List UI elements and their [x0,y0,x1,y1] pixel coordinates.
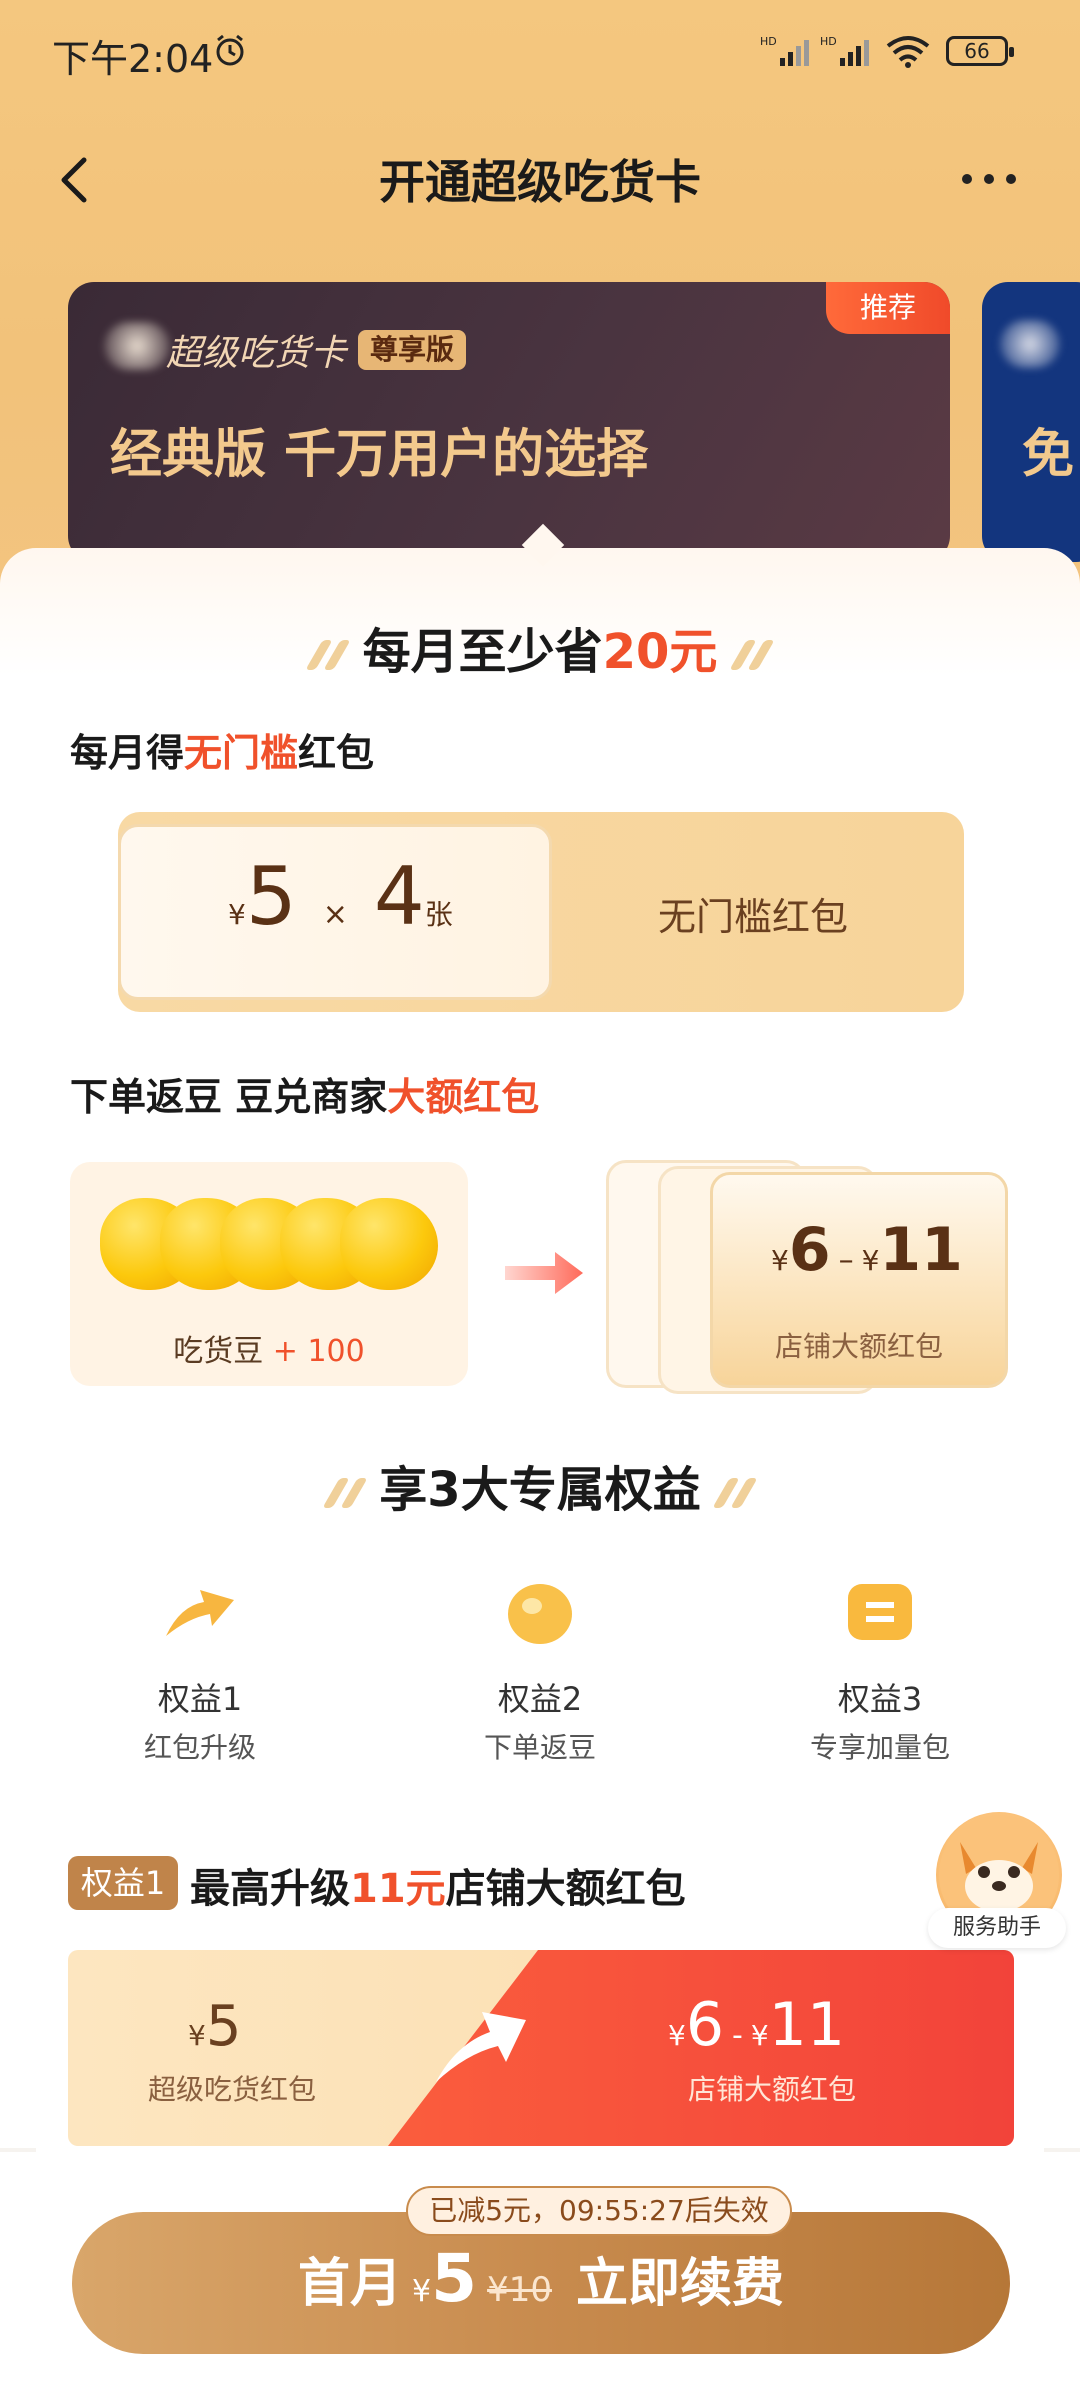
red-packet-range: ¥6– ¥11 [771,1215,963,1285]
assistant-label: 服务助手 [928,1908,1066,1948]
benefit-item-2[interactable]: 权益2 下单返豆 [400,1540,680,1798]
upgrade-arrow-icon [166,1590,234,1636]
benefit-title: 权益1 [157,1680,243,1718]
recommend-badge: 推荐 [826,282,950,334]
next-card-text: 免 [1022,425,1075,485]
original-price: ¥10 [487,2270,552,2310]
benefit-title: 权益3 [837,1680,923,1718]
benefits-summary-card: 权益1 红包升级 权益2 下单返豆 权益3 专享加量包 [36,1540,1044,1798]
wifi-icon [886,36,930,68]
store-red-packet: ¥6– ¥11 店铺大额红包 [710,1172,1008,1388]
coupon-name: 无门槛红包 [658,895,849,939]
page-title: 开通超级吃货卡 [379,155,701,209]
status-bar: 下午2:04 HD HD 66 [0,0,1080,100]
exchange-arrow-icon [505,1252,583,1294]
to-value: ¥6- ¥11 [668,1990,846,2060]
brand-logo-next [1000,320,1060,368]
benefit-tag: 权益1 [68,1856,178,1910]
from-value: ¥5 [188,1994,242,2059]
svg-text:HD: HD [760,35,777,48]
more-options-icon[interactable] [956,154,1036,204]
benefit1-detail-card: 权益1 最高升级11元店铺大额红包 ¥5 超级吃货红包 ¥6- ¥11 店铺大额红… [36,1820,1044,2180]
signal-icon-1: HD [760,35,809,66]
coupon-value: ¥5 × 4张 [228,850,453,943]
upgrade-banner: ¥5 超级吃货红包 ¥6- ¥11 店铺大额红包 [68,1950,1014,2146]
red-packet-caption: 店铺大额红包 [774,1330,943,1363]
card-brand: 超级吃货卡 [166,333,347,374]
benefit-desc: 专享加量包 [809,1731,950,1764]
to-caption: 店铺大额红包 [688,2073,857,2106]
benefit-desc: 红包升级 [143,1731,256,1764]
discount-countdown-tip: 已减5元，09:55:27后失效 [406,2186,792,2236]
tier-badge: 尊享版 [358,330,467,370]
membership-card-classic[interactable]: 超级吃货卡 尊享版 经典版 千万用户的选择 推荐 [68,282,950,562]
bean-label: 吃货豆 + 100 [173,1334,365,1369]
alarm-icon [216,34,244,66]
signal-icon-2: HD [820,35,869,66]
navigation-bar: 开通超级吃货卡 [0,130,1080,230]
benefit1-headline: 最高升级11元店铺大额红包 [190,1866,686,1912]
membership-card-next[interactable]: 免 [982,282,1080,562]
bean-section-label: 下单返豆 豆兑商家大额红包 [70,1075,540,1119]
savings-title: 每月至少省20元 [0,612,1080,682]
brand-logo [104,322,170,370]
benefit-title: 权益2 [497,1680,583,1718]
battery-indicator: 66 [946,36,1014,66]
bean-icon [340,1198,438,1290]
svg-text:HD: HD [820,35,837,48]
benefit-desc: 下单返豆 [483,1731,596,1764]
status-time: 下午2:04 [52,37,214,81]
benefit-item-1[interactable]: 权益1 红包升级 [60,1540,340,1798]
bean-icon [508,1584,572,1644]
service-assistant-button[interactable]: 服务助手 [928,1812,1066,2134]
upgrade-arrow-icon [436,2012,526,2082]
coupon-section-label: 每月得无门槛红包 [70,731,375,775]
bean-reward-box: 吃货豆 + 100 [70,1162,468,1386]
card-headline: 经典版 千万用户的选择 [110,425,649,485]
bonus-pack-icon [848,1584,912,1640]
benefit-item-3[interactable]: 权益3 专享加量包 [740,1540,1020,1798]
no-threshold-coupon: ¥5 × 4张 无门槛红包 [118,812,964,1012]
from-caption: 超级吃货红包 [148,2073,317,2106]
benefits-title: 享3大专属权益 [0,1450,1080,1520]
